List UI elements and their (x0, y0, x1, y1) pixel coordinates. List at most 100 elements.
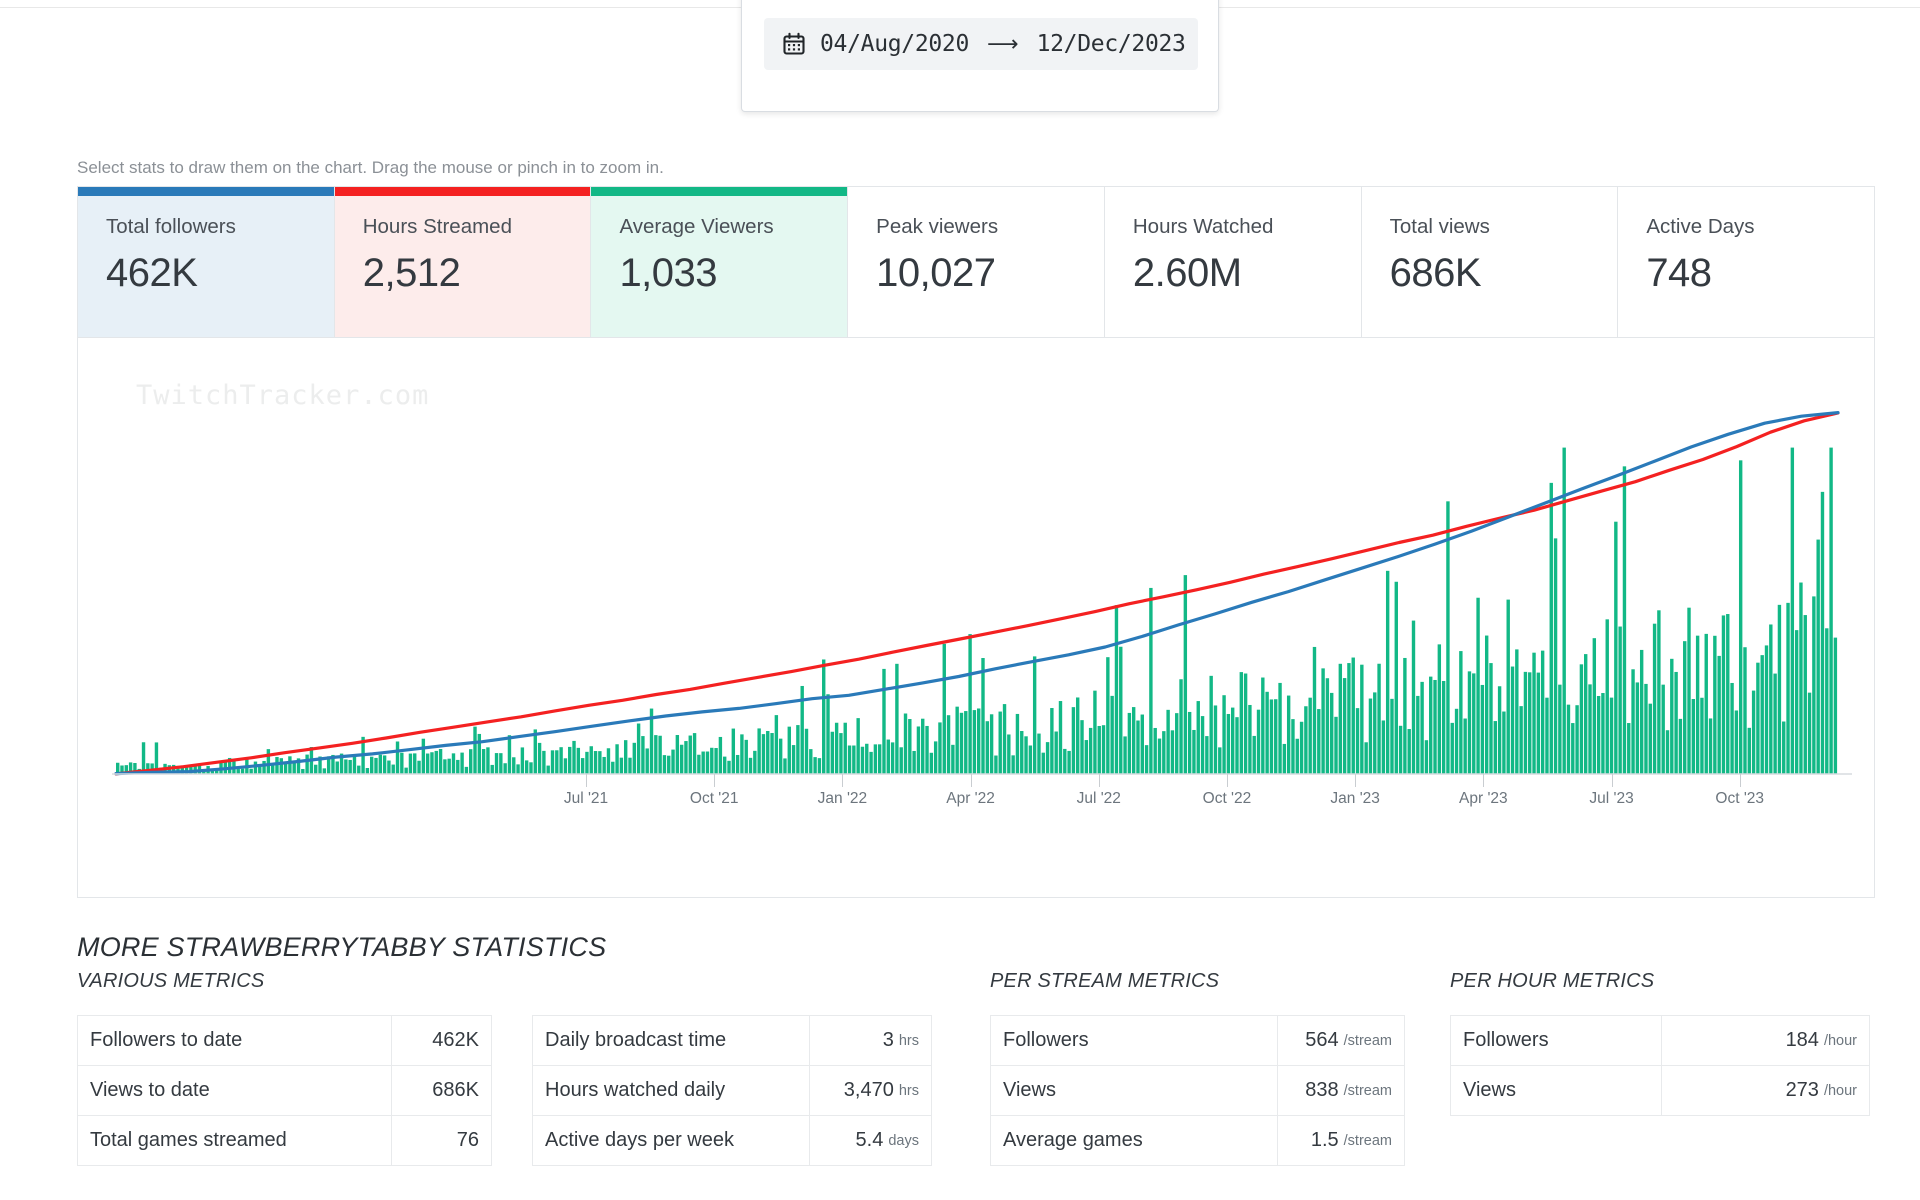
bar (1481, 685, 1484, 774)
bar (1756, 663, 1759, 774)
bar (1214, 705, 1217, 774)
bar (1257, 710, 1260, 774)
bar (1717, 656, 1720, 774)
bar (1123, 736, 1126, 774)
bar (1524, 672, 1527, 774)
bar (1115, 605, 1118, 774)
bar (1730, 683, 1733, 774)
metric-value: 564 (1305, 1029, 1338, 1052)
metric-unit: /stream (1344, 1133, 1392, 1149)
bar (1692, 699, 1695, 774)
bar (1016, 714, 1019, 774)
stat-card-total-followers[interactable]: Total followers462K (78, 187, 335, 337)
stat-card-total-views[interactable]: Total views686K (1362, 187, 1619, 337)
metric-unit: /stream (1344, 1083, 1392, 1099)
date-range-input[interactable]: 04/Aug/2020 ⟶ 12/Dec/2023 (764, 18, 1198, 70)
bar (1033, 656, 1036, 774)
bar (788, 727, 791, 774)
metric-name: Followers (991, 1029, 1277, 1052)
bar (1007, 734, 1010, 774)
bar (757, 728, 760, 774)
metric-value-cell: 273/hour (1661, 1066, 1869, 1115)
bar (456, 760, 459, 774)
bar (1808, 693, 1811, 774)
bar (288, 756, 291, 774)
bar (1339, 664, 1342, 774)
bar (1446, 501, 1449, 774)
bar (977, 708, 980, 774)
bar (628, 758, 631, 774)
date-end[interactable]: 12/Dec/2023 (1037, 31, 1186, 57)
bar (241, 769, 244, 774)
table-row: Views to date686K (78, 1066, 491, 1116)
bar (1786, 603, 1789, 774)
table-row: Daily broadcast time3hrs (533, 1016, 931, 1066)
bar (1231, 708, 1234, 774)
bar (882, 669, 885, 774)
bar (1799, 583, 1802, 774)
bar (1085, 740, 1088, 774)
stat-card-average-viewers[interactable]: Average Viewers1,033 (591, 187, 848, 337)
stat-card-hours-watched[interactable]: Hours Watched2.60M (1105, 187, 1362, 337)
bar (383, 755, 386, 774)
bar (934, 741, 937, 774)
bar (813, 757, 816, 774)
bar (585, 752, 588, 774)
bar (1334, 717, 1337, 774)
bar (1761, 655, 1764, 774)
stat-accent-bar (591, 187, 847, 196)
bar (745, 740, 748, 774)
stat-card-peak-viewers[interactable]: Peak viewers10,027 (848, 187, 1105, 337)
metric-value: 76 (457, 1129, 479, 1152)
metric-value: 838 (1305, 1079, 1338, 1102)
bar (374, 758, 377, 774)
bar (254, 762, 257, 774)
metric-value-cell: 184/hour (1661, 1016, 1869, 1065)
x-axis-tick (1227, 774, 1228, 787)
stat-accent-bar (1105, 187, 1361, 196)
bar (469, 749, 472, 774)
x-axis-tick (1099, 774, 1100, 787)
bar (572, 741, 575, 774)
date-start[interactable]: 04/Aug/2020 (820, 31, 969, 57)
x-axis-label: Jul '22 (1077, 790, 1121, 808)
metric-unit: hrs (899, 1033, 919, 1049)
bar (1580, 664, 1583, 774)
bar (1623, 466, 1626, 774)
bar (1386, 571, 1389, 774)
bar (697, 755, 700, 774)
bar (1532, 653, 1535, 774)
x-axis-tick (1740, 774, 1741, 787)
bar (835, 723, 838, 774)
bar (809, 749, 812, 774)
bar (775, 715, 778, 774)
bar (1593, 638, 1596, 774)
bar (1476, 598, 1479, 774)
bar (503, 763, 506, 774)
chart-hint-text: Select stats to draw them on the chart. … (77, 158, 664, 178)
bar (869, 752, 872, 774)
bar (1666, 730, 1669, 774)
bar (1261, 678, 1264, 774)
stat-card-active-days[interactable]: Active Days748 (1618, 187, 1874, 337)
bar (1240, 672, 1243, 774)
bar (305, 755, 308, 774)
bar (796, 725, 799, 774)
bar (439, 749, 442, 774)
bar (1395, 582, 1398, 774)
stat-card-hours-streamed[interactable]: Hours Streamed2,512 (335, 187, 592, 337)
bar (770, 733, 773, 774)
table-row: Views838/stream (991, 1066, 1404, 1116)
metric-value-cell: 838/stream (1277, 1066, 1404, 1115)
metric-name: Total games streamed (78, 1129, 391, 1152)
bar (1687, 608, 1690, 774)
stats-chart[interactable]: TwitchTracker.com Jul '21Oct '21Jan '22A… (77, 338, 1875, 898)
bar (1795, 630, 1798, 774)
bar (1545, 698, 1548, 774)
bar (1425, 740, 1428, 774)
bar (1132, 707, 1135, 774)
bar (1773, 674, 1776, 774)
stat-value: 1,033 (619, 252, 847, 294)
bar (1739, 460, 1742, 774)
bar (525, 760, 528, 774)
